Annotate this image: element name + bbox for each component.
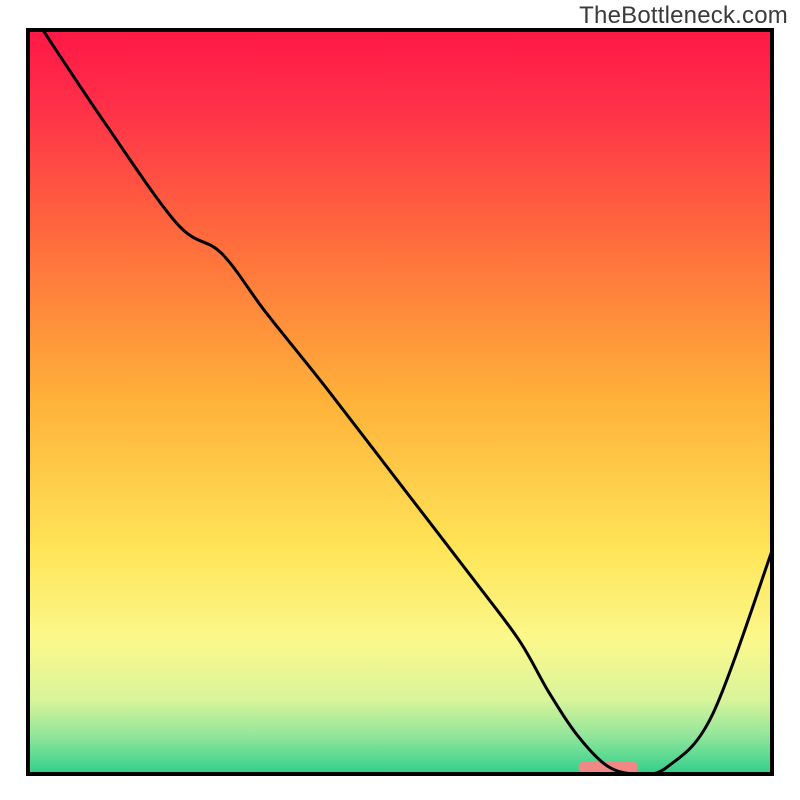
plot-background — [28, 30, 772, 774]
bottleneck-chart: TheBottleneck.com — [0, 0, 800, 800]
chart-svg — [0, 0, 800, 800]
watermark-text: TheBottleneck.com — [579, 2, 788, 30]
